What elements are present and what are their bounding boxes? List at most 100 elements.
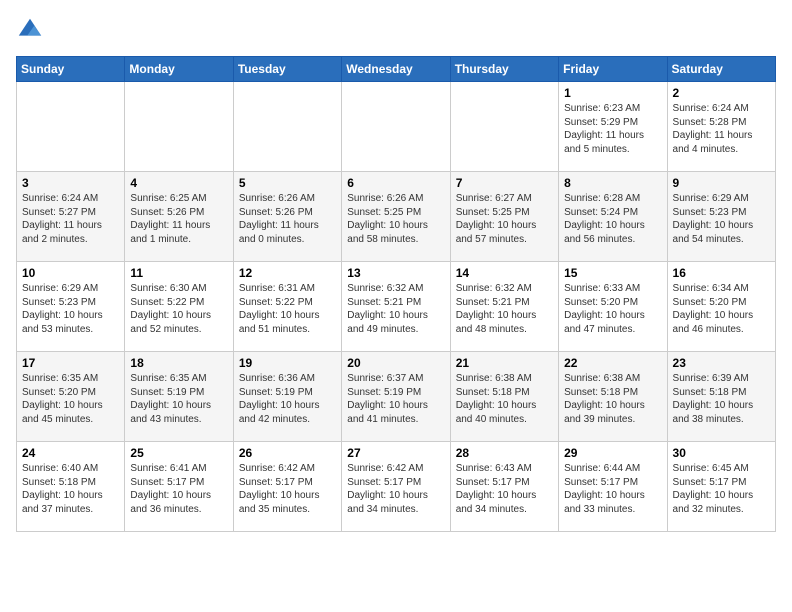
calendar-cell: 15 Sunrise: 6:33 AM Sunset: 5:20 PM Dayli… — [559, 262, 667, 352]
day-info: Sunrise: 6:24 AM Sunset: 5:27 PM Dayligh… — [22, 192, 119, 246]
calendar-cell: 18 Sunrise: 6:35 AM Sunset: 5:19 PM Dayli… — [125, 352, 233, 442]
logo-icon — [16, 16, 44, 44]
day-info: Sunrise: 6:42 AM Sunset: 5:17 PM Dayligh… — [239, 462, 336, 516]
calendar-cell: 8Sunrise: 6:28 AM Sunset: 5:24 PM Daylig… — [559, 172, 667, 262]
day-info: Sunrise: 6:34 AM Sunset: 5:20 PM Dayligh… — [673, 282, 770, 336]
day-number: 7 — [456, 176, 553, 190]
page-header — [16, 16, 776, 44]
day-info: Sunrise: 6:40 AM Sunset: 5:18 PM Dayligh… — [22, 462, 119, 516]
day-info: Sunrise: 6:26 AM Sunset: 5:26 PM Dayligh… — [239, 192, 336, 246]
day-info: Sunrise: 6:35 AM Sunset: 5:19 PM Dayligh… — [130, 372, 227, 426]
day-number: 15 — [564, 266, 661, 280]
day-info: Sunrise: 6:29 AM Sunset: 5:23 PM Dayligh… — [673, 192, 770, 246]
calendar-header: SundayMondayTuesdayWednesdayThursdayFrid… — [17, 57, 776, 82]
day-info: Sunrise: 6:25 AM Sunset: 5:26 PM Dayligh… — [130, 192, 227, 246]
day-number: 16 — [673, 266, 770, 280]
day-info: Sunrise: 6:44 AM Sunset: 5:17 PM Dayligh… — [564, 462, 661, 516]
day-info: Sunrise: 6:32 AM Sunset: 5:21 PM Dayligh… — [456, 282, 553, 336]
day-info: Sunrise: 6:39 AM Sunset: 5:18 PM Dayligh… — [673, 372, 770, 426]
day-number: 13 — [347, 266, 444, 280]
calendar-cell — [450, 82, 558, 172]
day-number: 6 — [347, 176, 444, 190]
day-number: 10 — [22, 266, 119, 280]
day-number: 5 — [239, 176, 336, 190]
day-info: Sunrise: 6:35 AM Sunset: 5:20 PM Dayligh… — [22, 372, 119, 426]
day-number: 29 — [564, 446, 661, 460]
weekday-header: Tuesday — [233, 57, 341, 82]
calendar-cell: 12 Sunrise: 6:31 AM Sunset: 5:22 PM Dayli… — [233, 262, 341, 352]
day-number: 27 — [347, 446, 444, 460]
day-number: 30 — [673, 446, 770, 460]
day-info: Sunrise: 6:33 AM Sunset: 5:20 PM Dayligh… — [564, 282, 661, 336]
calendar-cell — [233, 82, 341, 172]
day-number: 3 — [22, 176, 119, 190]
day-info: Sunrise: 6:31 AM Sunset: 5:22 PM Dayligh… — [239, 282, 336, 336]
calendar-cell: 30 Sunrise: 6:45 AM Sunset: 5:17 PM Dayli… — [667, 442, 775, 532]
day-info: Sunrise: 6:24 AM Sunset: 5:28 PM Dayligh… — [673, 102, 770, 156]
day-number: 18 — [130, 356, 227, 370]
calendar-cell: 5 Sunrise: 6:26 AM Sunset: 5:26 PM Daylig… — [233, 172, 341, 262]
weekday-header: Monday — [125, 57, 233, 82]
calendar-week-row: 17 Sunrise: 6:35 AM Sunset: 5:20 PM Dayli… — [17, 352, 776, 442]
day-info: Sunrise: 6:26 AM Sunset: 5:25 PM Dayligh… — [347, 192, 444, 246]
calendar-cell — [342, 82, 450, 172]
day-number: 1 — [564, 86, 661, 100]
calendar-cell: 21 Sunrise: 6:38 AM Sunset: 5:18 PM Dayli… — [450, 352, 558, 442]
calendar-table: SundayMondayTuesdayWednesdayThursdayFrid… — [16, 56, 776, 532]
calendar-cell — [17, 82, 125, 172]
day-info: Sunrise: 6:38 AM Sunset: 5:18 PM Dayligh… — [564, 372, 661, 426]
weekday-header: Friday — [559, 57, 667, 82]
day-number: 23 — [673, 356, 770, 370]
calendar-cell — [125, 82, 233, 172]
weekday-row: SundayMondayTuesdayWednesdayThursdayFrid… — [17, 57, 776, 82]
day-info: Sunrise: 6:30 AM Sunset: 5:22 PM Dayligh… — [130, 282, 227, 336]
calendar-cell: 26 Sunrise: 6:42 AM Sunset: 5:17 PM Dayli… — [233, 442, 341, 532]
calendar-cell: 4 Sunrise: 6:25 AM Sunset: 5:26 PM Daylig… — [125, 172, 233, 262]
day-info: Sunrise: 6:38 AM Sunset: 5:18 PM Dayligh… — [456, 372, 553, 426]
calendar-cell: 22 Sunrise: 6:38 AM Sunset: 5:18 PM Dayli… — [559, 352, 667, 442]
calendar-cell: 2 Sunrise: 6:24 AM Sunset: 5:28 PM Daylig… — [667, 82, 775, 172]
day-number: 17 — [22, 356, 119, 370]
day-number: 8 — [564, 176, 661, 190]
day-number: 25 — [130, 446, 227, 460]
day-info: Sunrise: 6:43 AM Sunset: 5:17 PM Dayligh… — [456, 462, 553, 516]
weekday-header: Saturday — [667, 57, 775, 82]
day-number: 21 — [456, 356, 553, 370]
calendar-cell: 9 Sunrise: 6:29 AM Sunset: 5:23 PM Daylig… — [667, 172, 775, 262]
day-info: Sunrise: 6:29 AM Sunset: 5:23 PM Dayligh… — [22, 282, 119, 336]
calendar-cell: 27 Sunrise: 6:42 AM Sunset: 5:17 PM Dayli… — [342, 442, 450, 532]
day-info: Sunrise: 6:41 AM Sunset: 5:17 PM Dayligh… — [130, 462, 227, 516]
calendar-cell: 29 Sunrise: 6:44 AM Sunset: 5:17 PM Dayli… — [559, 442, 667, 532]
calendar-week-row: 10 Sunrise: 6:29 AM Sunset: 5:23 PM Dayli… — [17, 262, 776, 352]
calendar-cell: 11 Sunrise: 6:30 AM Sunset: 5:22 PM Dayli… — [125, 262, 233, 352]
day-number: 22 — [564, 356, 661, 370]
calendar-cell: 28 Sunrise: 6:43 AM Sunset: 5:17 PM Dayli… — [450, 442, 558, 532]
calendar-cell: 23 Sunrise: 6:39 AM Sunset: 5:18 PM Dayli… — [667, 352, 775, 442]
day-info: Sunrise: 6:42 AM Sunset: 5:17 PM Dayligh… — [347, 462, 444, 516]
logo — [16, 16, 48, 44]
day-number: 9 — [673, 176, 770, 190]
weekday-header: Sunday — [17, 57, 125, 82]
day-number: 26 — [239, 446, 336, 460]
calendar-cell: 14 Sunrise: 6:32 AM Sunset: 5:21 PM Dayli… — [450, 262, 558, 352]
calendar-cell: 3 Sunrise: 6:24 AM Sunset: 5:27 PM Daylig… — [17, 172, 125, 262]
calendar-cell: 19Sunrise: 6:36 AM Sunset: 5:19 PM Dayli… — [233, 352, 341, 442]
day-number: 28 — [456, 446, 553, 460]
day-info: Sunrise: 6:37 AM Sunset: 5:19 PM Dayligh… — [347, 372, 444, 426]
day-number: 20 — [347, 356, 444, 370]
day-number: 11 — [130, 266, 227, 280]
day-number: 24 — [22, 446, 119, 460]
calendar-cell: 13Sunrise: 6:32 AM Sunset: 5:21 PM Dayli… — [342, 262, 450, 352]
day-number: 2 — [673, 86, 770, 100]
calendar-cell: 6 Sunrise: 6:26 AM Sunset: 5:25 PM Daylig… — [342, 172, 450, 262]
calendar-cell: 17 Sunrise: 6:35 AM Sunset: 5:20 PM Dayli… — [17, 352, 125, 442]
day-number: 12 — [239, 266, 336, 280]
day-info: Sunrise: 6:45 AM Sunset: 5:17 PM Dayligh… — [673, 462, 770, 516]
day-number: 14 — [456, 266, 553, 280]
day-info: Sunrise: 6:27 AM Sunset: 5:25 PM Dayligh… — [456, 192, 553, 246]
calendar-week-row: 1 Sunrise: 6:23 AM Sunset: 5:29 PM Daylig… — [17, 82, 776, 172]
calendar-cell: 1 Sunrise: 6:23 AM Sunset: 5:29 PM Daylig… — [559, 82, 667, 172]
day-number: 4 — [130, 176, 227, 190]
calendar-cell: 25 Sunrise: 6:41 AM Sunset: 5:17 PM Dayli… — [125, 442, 233, 532]
day-info: Sunrise: 6:23 AM Sunset: 5:29 PM Dayligh… — [564, 102, 661, 156]
